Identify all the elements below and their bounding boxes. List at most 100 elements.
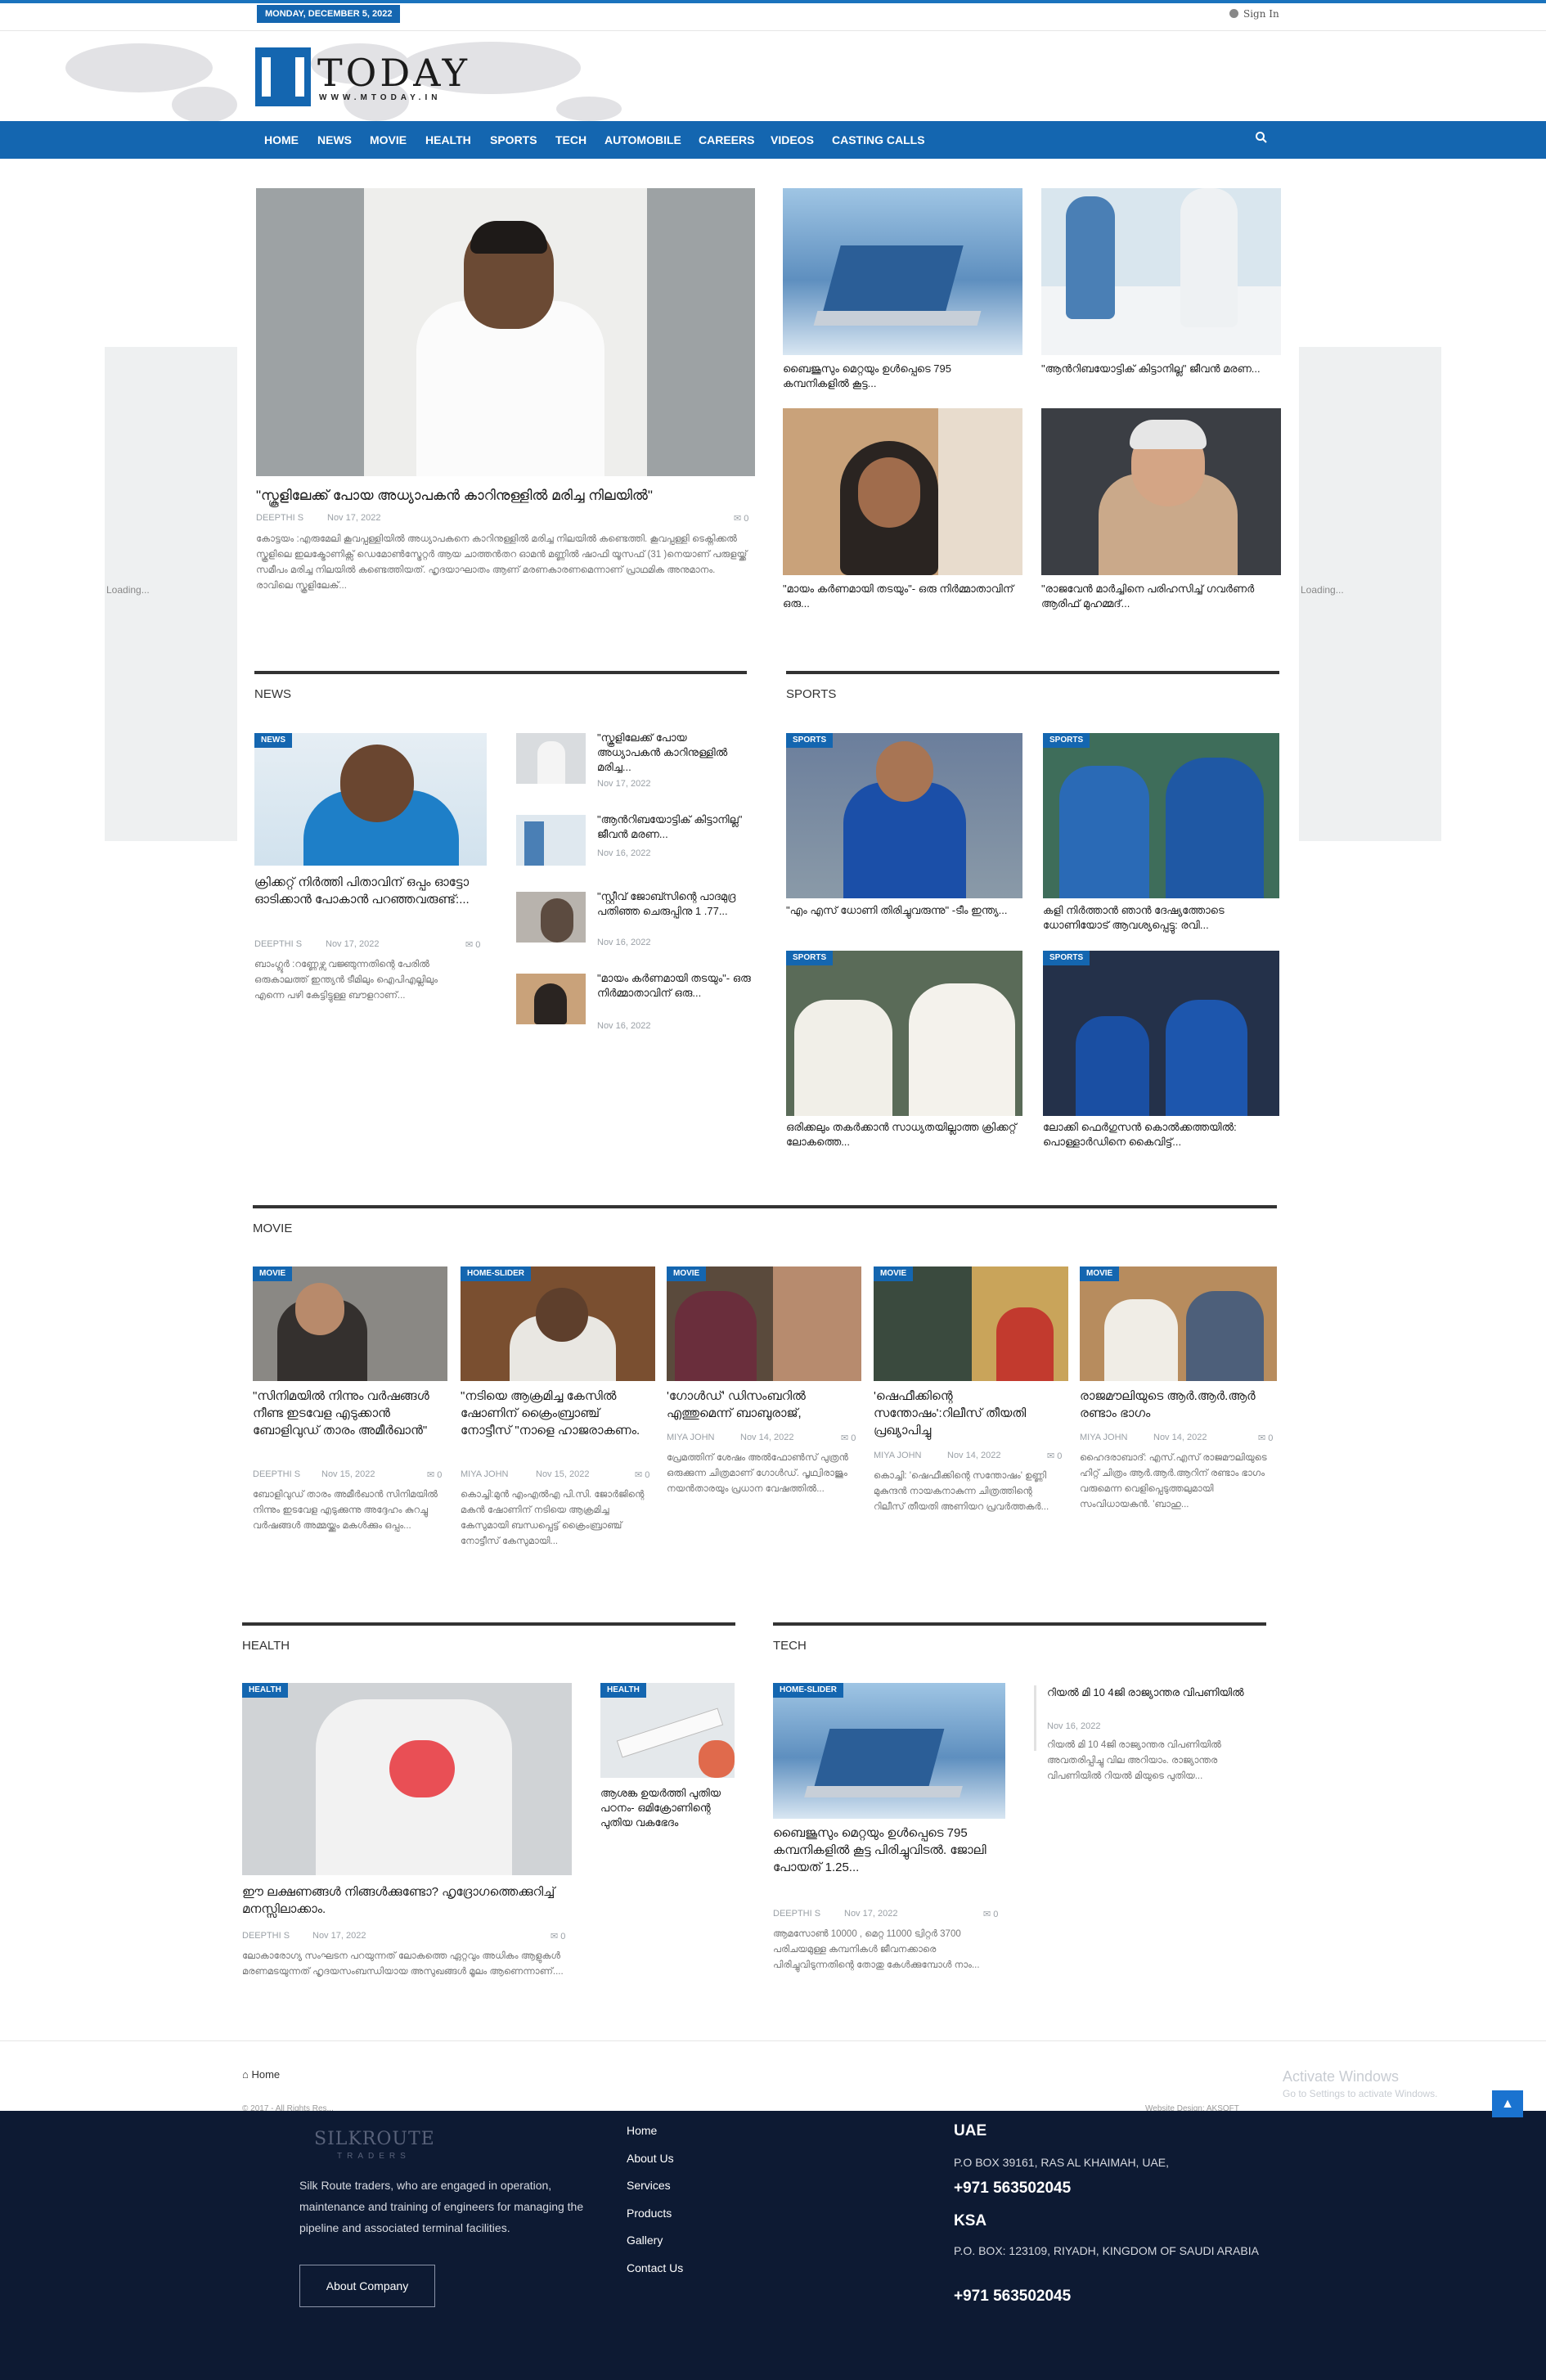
movie-comments-5[interactable]: ✉ 0 bbox=[1258, 1433, 1273, 1443]
sports-header-label[interactable]: SPORTS bbox=[786, 687, 836, 701]
movie-comments-3[interactable]: ✉ 0 bbox=[841, 1433, 856, 1443]
news-list-title-4[interactable]: "മായം കർണമായി തടയും"- ഒരു നിർമ്മാതാവിന് … bbox=[597, 971, 753, 1001]
sign-in-link[interactable]: Sign In bbox=[1229, 8, 1279, 20]
news-main-image[interactable]: NEWS bbox=[254, 733, 487, 866]
nav-item-careers[interactable]: CAREERS bbox=[699, 121, 754, 159]
movie-image-2[interactable]: HOME-SLIDER bbox=[461, 1266, 655, 1381]
tech-main-tag[interactable]: HOME-SLIDER bbox=[773, 1683, 843, 1698]
uae-phone[interactable]: +971 563502045 bbox=[954, 2180, 1071, 2198]
sports-title-1[interactable]: "എം എസ് ധോണി തിരിച്ചുവരുന്നു" -ടീം ഇന്ത്… bbox=[786, 903, 1019, 918]
news-main-comments[interactable]: ✉ 0 bbox=[465, 939, 480, 950]
movie-title-3[interactable]: 'ഗോൾഡ്' ഡിസംബറിൽ എത്തുമെന്ന് ബാബുരാജ്, bbox=[667, 1388, 856, 1422]
sports-tag-3[interactable]: SPORTS bbox=[786, 951, 834, 965]
footer-link-contact-us[interactable]: Contact Us bbox=[627, 2261, 683, 2274]
movie-title-5[interactable]: രാജമൗലിയുടെ ആർ.ആർ.ആർ രണ്ടാം ഭാഗം bbox=[1080, 1388, 1276, 1422]
news-list-title-3[interactable]: "സ്റ്റീവ് ജോബ്സിന്റെ പാദമുദ്ര പതിഞ്ഞ ചെര… bbox=[597, 889, 753, 919]
movie-author-3[interactable]: MIYA JOHN bbox=[667, 1433, 714, 1442]
health-main-image[interactable]: HEALTH bbox=[242, 1683, 572, 1875]
health-main-tag[interactable]: HEALTH bbox=[242, 1683, 288, 1698]
movie-comments-2[interactable]: ✉ 0 bbox=[635, 1469, 649, 1480]
featured-main-author[interactable]: DEEPTHI S bbox=[256, 513, 303, 523]
footer-link-home[interactable]: Home bbox=[627, 2124, 657, 2137]
sports-title-4[interactable]: ലോക്കി ഫെർഗുസൻ കൊൽക്കത്തയിൽ: പൊള്ളാർഡിനെ… bbox=[1043, 1120, 1276, 1150]
nav-item-news[interactable]: NEWS bbox=[317, 121, 352, 159]
movie-title-1[interactable]: "സിനിമയിൽ നിന്നും വർഷങ്ങൾ നീണ്ട ഇടവേള എട… bbox=[253, 1388, 441, 1439]
nav-item-tech[interactable]: TECH bbox=[555, 121, 586, 159]
footer-link-about-us[interactable]: About Us bbox=[627, 2152, 674, 2165]
movie-comments-4[interactable]: ✉ 0 bbox=[1047, 1451, 1062, 1461]
featured-main-image[interactable] bbox=[256, 188, 755, 476]
health-side-title[interactable]: ആശങ്ക ഉയർത്തി പുതിയ പഠനം- ഒമിക്രോണിന്റെ … bbox=[600, 1786, 731, 1830]
featured-grid-title-3[interactable]: "മായം കർണമായി തടയും"- ഒരു നിർമ്മാതാവിന് … bbox=[783, 582, 1016, 611]
sports-tag-2[interactable]: SPORTS bbox=[1043, 733, 1090, 748]
health-side-image[interactable]: HEALTH bbox=[600, 1683, 735, 1778]
nav-item-videos[interactable]: VIDEOS bbox=[771, 121, 814, 159]
news-main-title[interactable]: ക്രിക്കറ്റ് നിർത്തി പിതാവിന് ഒപ്പം ഓട്ടോ… bbox=[254, 874, 487, 908]
featured-grid-title-1[interactable]: ബൈജൂസും മെറ്റയും ഉൾപ്പെടെ 795 കമ്പനികളിൽ… bbox=[783, 362, 1016, 391]
sports-image-3[interactable]: SPORTS bbox=[786, 951, 1022, 1116]
sports-image-1[interactable]: SPORTS bbox=[786, 733, 1022, 898]
footer-link-products[interactable]: Products bbox=[627, 2207, 672, 2220]
nav-item-health[interactable]: HEALTH bbox=[425, 121, 471, 159]
news-list-thumb-1[interactable] bbox=[516, 733, 586, 784]
movie-title-2[interactable]: "നടിയെ ആക്രമിച്ച കേസിൽ ഷോണിന് ക്രൈംബ്രാഞ… bbox=[461, 1388, 649, 1439]
movie-image-5[interactable]: MOVIE bbox=[1080, 1266, 1277, 1381]
sports-tag-1[interactable]: SPORTS bbox=[786, 733, 834, 748]
featured-grid-image-3[interactable] bbox=[783, 408, 1022, 575]
movie-tag-5[interactable]: MOVIE bbox=[1080, 1266, 1120, 1281]
featured-grid-image-2[interactable] bbox=[1041, 188, 1281, 355]
sports-image-2[interactable]: SPORTS bbox=[1043, 733, 1279, 898]
tech-main-author[interactable]: DEEPTHI S bbox=[773, 1909, 820, 1919]
nav-item-movie[interactable]: MOVIE bbox=[370, 121, 407, 159]
movie-author-1[interactable]: DEEPTHI S bbox=[253, 1469, 300, 1479]
movie-image-4[interactable]: MOVIE bbox=[874, 1266, 1068, 1381]
news-main-author[interactable]: DEEPTHI S bbox=[254, 939, 302, 949]
news-header-label[interactable]: NEWS bbox=[254, 687, 291, 701]
news-list-thumb-3[interactable] bbox=[516, 892, 586, 943]
featured-grid-image-4[interactable] bbox=[1041, 408, 1281, 575]
movie-tag-1[interactable]: MOVIE bbox=[253, 1266, 293, 1281]
sports-tag-4[interactable]: SPORTS bbox=[1043, 951, 1090, 965]
featured-main-title[interactable]: "സ്കൂളിലേക്ക് പോയ അധ്യാപകൻ കാറിനുള്ളിൽ മ… bbox=[256, 486, 747, 506]
tech-main-title[interactable]: ബൈജൂസും മെറ്റയും ഉൾപ്പെടെ 795 കമ്പനികളിൽ… bbox=[773, 1824, 1004, 1876]
nav-item-automobile[interactable]: AUTOMOBILE bbox=[604, 121, 681, 159]
tech-side-title[interactable]: റിയൽ മി 10 4ജി രാജ്യാന്തര വിപണിയിൽ bbox=[1047, 1685, 1266, 1700]
search-icon[interactable] bbox=[1255, 131, 1268, 144]
health-main-comments[interactable]: ✉ 0 bbox=[551, 1931, 565, 1941]
featured-main-comments[interactable]: ✉ 0 bbox=[734, 513, 748, 524]
back-to-top-button[interactable]: ▲ bbox=[1492, 2090, 1523, 2117]
footer-link-services[interactable]: Services bbox=[627, 2179, 671, 2192]
movie-tag-2[interactable]: HOME-SLIDER bbox=[461, 1266, 531, 1281]
site-logo[interactable]: TODAY WWW.MTODAY.IN bbox=[255, 47, 468, 106]
news-list-thumb-2[interactable] bbox=[516, 815, 586, 866]
bottom-home-link[interactable]: ⌂ Home bbox=[242, 2068, 280, 2081]
news-list-title-2[interactable]: "ആൻറിബയോട്ടിക് കിട്ടാനില്ല" ജീവൻ മരണ... bbox=[597, 812, 753, 842]
news-list-title-1[interactable]: "സ്കൂളിലേക്ക് പോയ അധ്യാപകൻ കാറിനുള്ളിൽ മ… bbox=[597, 731, 753, 775]
movie-image-1[interactable]: MOVIE bbox=[253, 1266, 447, 1381]
health-side-tag[interactable]: HEALTH bbox=[600, 1683, 646, 1698]
footer-link-gallery[interactable]: Gallery bbox=[627, 2234, 663, 2247]
health-main-title[interactable]: ഈ ലക്ഷണങ്ങൾ നിങ്ങൾക്കുണ്ടോ? ഹൃദ്രോഗത്തെക… bbox=[242, 1883, 569, 1918]
movie-author-4[interactable]: MIYA JOHN bbox=[874, 1451, 921, 1460]
movie-image-3[interactable]: MOVIE bbox=[667, 1266, 861, 1381]
tech-main-comments[interactable]: ✉ 0 bbox=[983, 1909, 998, 1919]
movie-header-label[interactable]: MOVIE bbox=[253, 1221, 292, 1235]
movie-author-2[interactable]: MIYA JOHN bbox=[461, 1469, 508, 1479]
news-main-tag[interactable]: NEWS bbox=[254, 733, 292, 748]
featured-grid-title-2[interactable]: "ആൻറിബയോട്ടിക് കിട്ടാനില്ല" ജീവൻ മരണ... bbox=[1041, 362, 1274, 376]
ksa-phone[interactable]: +971 563502045 bbox=[954, 2288, 1071, 2306]
nav-item-sports[interactable]: SPORTS bbox=[490, 121, 537, 159]
movie-comments-1[interactable]: ✉ 0 bbox=[427, 1469, 442, 1480]
movie-tag-3[interactable]: MOVIE bbox=[667, 1266, 707, 1281]
featured-grid-image-1[interactable] bbox=[783, 188, 1022, 355]
health-header-label[interactable]: HEALTH bbox=[242, 1639, 290, 1653]
nav-item-home[interactable]: HOME bbox=[264, 121, 299, 159]
about-company-button[interactable]: About Company bbox=[299, 2265, 435, 2307]
featured-grid-title-4[interactable]: "രാജവേൻ മാർച്ചിനെ പരിഹസിച്ച് ഗവർണർ ആരിഫ്… bbox=[1041, 582, 1274, 611]
health-main-author[interactable]: DEEPTHI S bbox=[242, 1931, 290, 1941]
nav-item-casting-calls[interactable]: CASTING CALLS bbox=[832, 121, 925, 159]
tech-header-label[interactable]: TECH bbox=[773, 1639, 807, 1653]
movie-tag-4[interactable]: MOVIE bbox=[874, 1266, 914, 1281]
tech-main-image[interactable]: HOME-SLIDER bbox=[773, 1683, 1005, 1819]
sports-title-2[interactable]: കളി നിർത്താൻ ഞാൻ ദേഷ്യത്തോടെ ധോണിയോട് ആവ… bbox=[1043, 903, 1276, 933]
